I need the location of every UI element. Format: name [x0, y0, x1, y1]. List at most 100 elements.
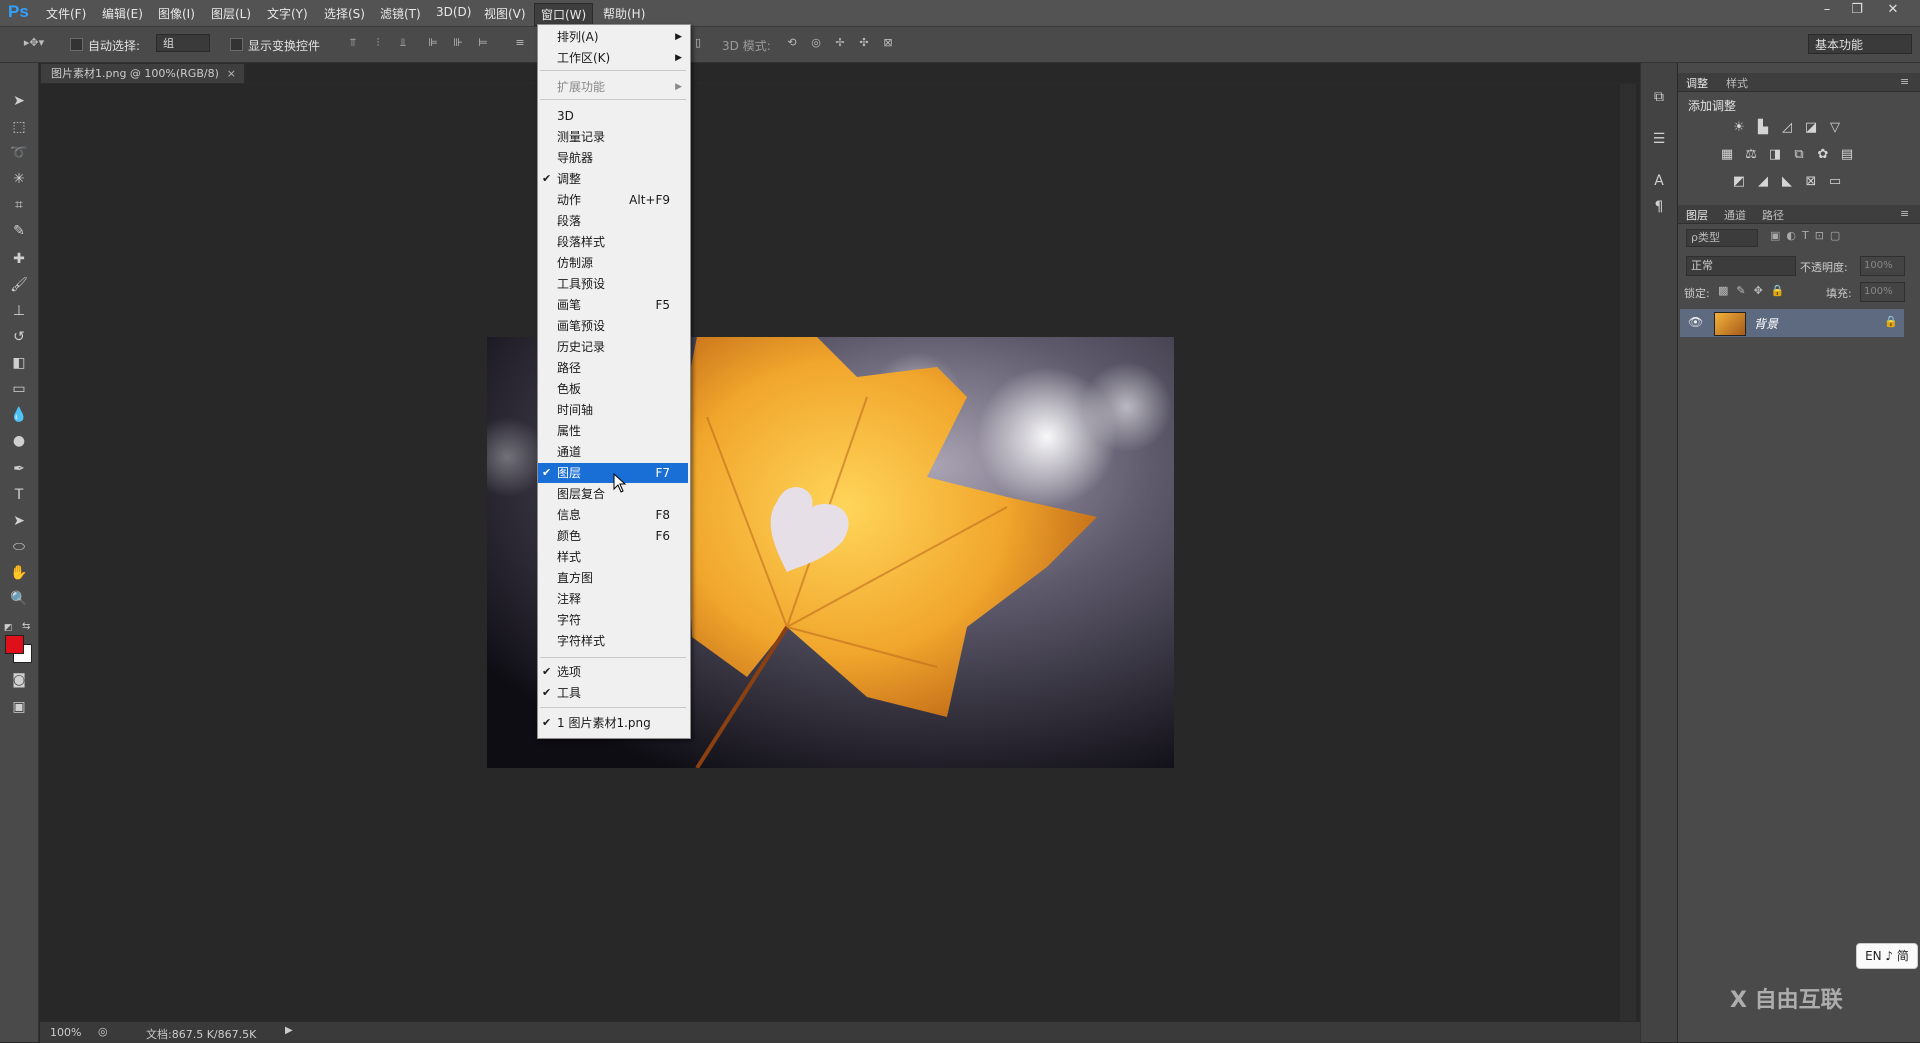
- stamp-tool-icon[interactable]: ⊥: [8, 301, 30, 321]
- properties-panel-icon[interactable]: ☰: [1649, 129, 1669, 149]
- blend-mode-select[interactable]: 正常: [1686, 256, 1796, 276]
- menu-type[interactable]: 文字(Y): [267, 5, 308, 22]
- screen-mode-icon[interactable]: ▣: [8, 697, 30, 717]
- menu-item-panel[interactable]: 样式: [538, 547, 688, 567]
- menu-item-panel[interactable]: 仿制源: [538, 253, 688, 273]
- character-panel-icon[interactable]: A: [1649, 171, 1669, 191]
- type-tool-icon[interactable]: T: [8, 485, 30, 505]
- tab-layers[interactable]: 图层: [1686, 207, 1708, 223]
- menu-item-panel[interactable]: 字符: [538, 610, 688, 630]
- history-panel-icon[interactable]: ⧉: [1649, 87, 1669, 107]
- color-lookup-icon[interactable]: ▤: [1838, 147, 1856, 163]
- exposure-icon[interactable]: ◪: [1802, 120, 1820, 136]
- path-select-tool-icon[interactable]: ➤: [8, 511, 30, 531]
- menu-help[interactable]: 帮助(H): [603, 5, 645, 22]
- tab-styles[interactable]: 样式: [1726, 75, 1748, 91]
- menu-item-options[interactable]: ✔ 选项: [538, 662, 688, 682]
- status-menu-arrow-icon[interactable]: ▶: [285, 1025, 293, 1036]
- menu-item-panel[interactable]: 路径: [538, 358, 688, 378]
- menu-item-panel[interactable]: 色板: [538, 379, 688, 399]
- lasso-tool-icon[interactable]: ➰: [8, 143, 30, 163]
- vertical-scrollbar[interactable]: [1620, 84, 1636, 1021]
- marquee-tool-icon[interactable]: ⬚: [8, 117, 30, 137]
- 3d-rotate-icon[interactable]: ⟲: [784, 36, 800, 50]
- menu-item-panel[interactable]: 信息 F8: [538, 505, 688, 525]
- foreground-color-swatch[interactable]: [5, 635, 24, 654]
- 3d-slide-icon[interactable]: ✣: [856, 36, 872, 50]
- brush-tool-icon[interactable]: 🖌: [8, 275, 30, 295]
- opacity-input[interactable]: 100%: [1860, 256, 1905, 276]
- brightness-icon[interactable]: ☀: [1730, 120, 1748, 136]
- layer-name[interactable]: 背景: [1754, 315, 1778, 332]
- menu-item-panel[interactable]: 段落: [538, 211, 688, 231]
- crop-tool-icon[interactable]: ⌗: [8, 195, 30, 215]
- channel-mixer-icon[interactable]: ✿: [1814, 147, 1832, 163]
- healing-brush-tool-icon[interactable]: ✚: [8, 249, 30, 269]
- dodge-tool-icon[interactable]: ●: [8, 431, 30, 451]
- menu-item-arrange[interactable]: 排列(A) ▶: [538, 27, 688, 47]
- gradient-tool-icon[interactable]: ▭: [8, 379, 30, 399]
- color-balance-icon[interactable]: ⚖: [1742, 147, 1760, 163]
- distribute-icon[interactable]: ≡: [512, 36, 528, 50]
- menu-item-panel[interactable]: 颜色 F6: [538, 526, 688, 546]
- menu-file[interactable]: 文件(F): [46, 5, 86, 22]
- blur-tool-icon[interactable]: 💧: [8, 405, 30, 425]
- menu-item-panel[interactable]: 动作 Alt+F9: [538, 190, 688, 210]
- eyedropper-tool-icon[interactable]: ✎: [8, 221, 30, 241]
- menu-item-panel[interactable]: 画笔 F5: [538, 295, 688, 315]
- photo-filter-icon[interactable]: ⧉: [1790, 147, 1808, 163]
- menu-image[interactable]: 图像(I): [158, 5, 195, 22]
- vibrance-icon[interactable]: ▽: [1826, 120, 1844, 136]
- layer-filter-icons[interactable]: ▣◐T⊡▢: [1770, 229, 1846, 242]
- menu-item-panel[interactable]: 直方图: [538, 568, 688, 588]
- document-tab[interactable]: 图片素材1.png @ 100%(RGB/8) ×: [40, 63, 245, 83]
- zoom-level[interactable]: 100%: [50, 1026, 81, 1039]
- workspace-dropdown[interactable]: 基本功能: [1808, 34, 1912, 54]
- shape-tool-icon[interactable]: ⬭: [8, 537, 30, 557]
- swap-colors-icon[interactable]: ⇆: [22, 621, 30, 632]
- paragraph-panel-icon[interactable]: ¶: [1649, 197, 1669, 217]
- gradient-map-icon[interactable]: ▭: [1826, 174, 1844, 190]
- auto-select-checkbox[interactable]: [70, 38, 83, 51]
- show-transform-checkbox[interactable]: [230, 38, 243, 51]
- zoom-tool-icon[interactable]: 🔍: [8, 589, 30, 609]
- status-info-icon[interactable]: ◎: [98, 1025, 108, 1038]
- menu-item-panel[interactable]: ✔ 调整: [538, 169, 688, 189]
- menu-item-panel[interactable]: 字符样式: [538, 631, 688, 651]
- 3d-pan-icon[interactable]: ✢: [832, 36, 848, 50]
- menu-layer[interactable]: 图层(L): [211, 5, 251, 22]
- eraser-tool-icon[interactable]: ◧: [8, 353, 30, 373]
- menu-item-panel[interactable]: 测量记录: [538, 127, 688, 147]
- lock-icons[interactable]: ▩✎✥🔒: [1718, 284, 1793, 297]
- menu-item-recent-document[interactable]: ✔ 1 图片素材1.png: [538, 713, 688, 733]
- close-tab-icon[interactable]: ×: [227, 64, 236, 84]
- align-top-icon[interactable]: ⫪: [345, 36, 361, 50]
- 3d-scale-icon[interactable]: ⊠: [880, 36, 896, 50]
- move-tool-icon[interactable]: ➤: [8, 91, 30, 111]
- levels-icon[interactable]: ▙: [1754, 120, 1772, 136]
- layer-filter-kind[interactable]: ρ类型: [1686, 229, 1758, 247]
- layer-row-background[interactable]: 👁 背景 🔒: [1680, 309, 1904, 337]
- align-left-icon[interactable]: ⊫: [425, 36, 441, 50]
- menu-item-panel[interactable]: 3D: [538, 106, 688, 126]
- panel-menu-icon[interactable]: ≡: [1900, 75, 1909, 88]
- menu-window[interactable]: 窗口(W): [534, 3, 594, 26]
- curves-icon[interactable]: ◿: [1778, 120, 1796, 136]
- quick-mask-icon[interactable]: ◙: [8, 670, 30, 690]
- black-white-icon[interactable]: ◨: [1766, 147, 1784, 163]
- align-right-icon[interactable]: ⊨: [475, 36, 491, 50]
- invert-icon[interactable]: ◩: [1730, 174, 1748, 190]
- history-brush-tool-icon[interactable]: ↺: [8, 327, 30, 347]
- menu-item-panel[interactable]: 时间轴: [538, 400, 688, 420]
- menu-item-panel[interactable]: 工具预设: [538, 274, 688, 294]
- restore-button[interactable]: ❐: [1846, 2, 1868, 20]
- ime-indicator[interactable]: EN ♪ 简: [1856, 943, 1918, 969]
- threshold-icon[interactable]: ◣: [1778, 174, 1796, 190]
- menu-item-workspace[interactable]: 工作区(K) ▶: [538, 48, 688, 68]
- tab-paths[interactable]: 路径: [1762, 207, 1784, 223]
- fill-input[interactable]: 100%: [1860, 282, 1905, 302]
- auto-select-dropdown[interactable]: 组: [156, 34, 210, 52]
- layers-panel-menu-icon[interactable]: ≡: [1900, 207, 1909, 220]
- menu-item-panel[interactable]: 属性: [538, 421, 688, 441]
- menu-edit[interactable]: 编辑(E): [102, 5, 143, 22]
